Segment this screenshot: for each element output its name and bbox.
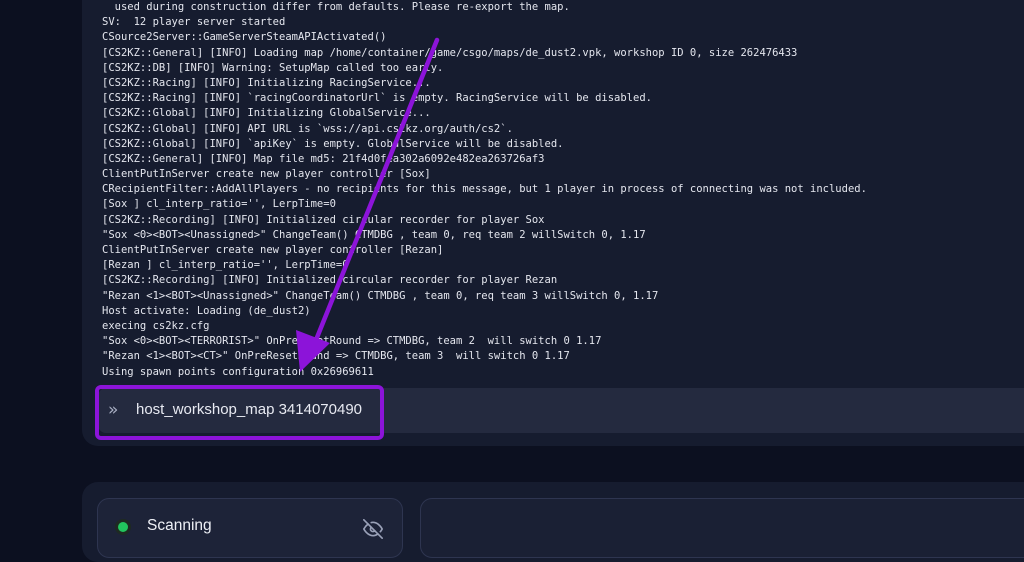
console-line: [Sox ] cl_interp_ratio='', LerpTime=0 <box>102 198 336 211</box>
console-line: "Rezan <1><BOT><CT>" OnPreResetRound => … <box>102 350 570 363</box>
console-line: ClientPutInServer create new player cont… <box>102 244 444 256</box>
console-line: [CS2KZ::Global] [INFO] Initializing Glob… <box>102 107 431 120</box>
console-line: Using spawn points configuration 0x26969… <box>102 365 374 378</box>
console-line: Host activate: Loading (de_dust2) <box>102 304 311 317</box>
console-line: execing cs2kz.cfg <box>102 319 210 332</box>
console-line: [Rezan ] cl_interp_ratio='', LerpTime=0 <box>102 259 349 272</box>
console-line: [CS2KZ::General] [INFO] Loading map /hom… <box>102 46 798 59</box>
console-line: CRecipientFilter::AddAllPlayers - no rec… <box>102 183 867 196</box>
eye-off-icon[interactable] <box>363 519 383 539</box>
console-line: [CS2KZ::General] [INFO] Map file md5: 21… <box>102 152 545 165</box>
console-line: "Sox <0><BOT><Unassigned>" ChangeTeam() … <box>102 228 646 241</box>
console-line: [CS2KZ::Recording] [INFO] Initialized ci… <box>102 213 545 226</box>
status-indicator-dot <box>115 519 131 535</box>
console-line: "Rezan <1><BOT><Unassigned>" ChangeTeam(… <box>102 289 659 302</box>
console-line: CSource2Server::GameServerSteamAPIActiva… <box>102 31 387 44</box>
console-line: [CS2KZ::DB] [INFO] Warning: SetupMap cal… <box>102 61 444 74</box>
console-line: [CS2KZ::Global] [INFO] API URL is `wss:/… <box>102 122 513 135</box>
console-line: ClientPutInServer create new player cont… <box>102 168 431 181</box>
detail-card <box>420 498 1024 558</box>
console-line: "Sox <0><BOT><TERRORIST>" OnPreResetRoun… <box>102 335 602 348</box>
status-card: Scanning <box>97 498 403 558</box>
console-line: [CS2KZ::Racing] [INFO] `racingCoordinato… <box>102 92 652 105</box>
console-log: used during construction differ from def… <box>102 0 1022 380</box>
status-label: Scanning <box>147 517 212 534</box>
console-line: [CS2KZ::Recording] [INFO] Initialized ci… <box>102 274 558 287</box>
console-line: [CS2KZ::Global] [INFO] `apiKey` is empty… <box>102 137 564 150</box>
console-line: [CS2KZ::Racing] [INFO] Initializing Raci… <box>102 76 431 89</box>
console-line: SV: 12 player server started <box>102 16 286 29</box>
annotation-highlight-box <box>95 385 384 440</box>
console-line: used during construction differ from def… <box>102 1 570 13</box>
